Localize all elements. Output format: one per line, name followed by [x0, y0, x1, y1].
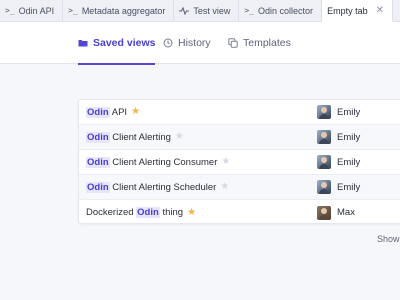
- owner: Emily: [317, 130, 360, 144]
- tab-history[interactable]: History: [163, 22, 211, 64]
- star-icon[interactable]: ★: [175, 132, 184, 142]
- tab-label: Saved views: [93, 37, 156, 49]
- tab-metadata-aggregator[interactable]: >_ Metadata aggregator: [63, 0, 175, 21]
- star-icon[interactable]: ★: [220, 182, 229, 192]
- table-row[interactable]: Odin Client Alerting ★ Emily: [79, 125, 400, 150]
- owner-name: Emily: [337, 181, 361, 193]
- table-row[interactable]: Dockerized Odin thing ★ Max: [79, 200, 400, 223]
- tab-odin-collector[interactable]: >_ Odin collector: [239, 0, 323, 21]
- name-suffix: Client Alerting Scheduler: [109, 181, 217, 193]
- owner-name: Emily: [337, 156, 361, 168]
- view-name[interactable]: Odin Client Alerting ★: [86, 131, 184, 143]
- avatar: [317, 205, 331, 220]
- saved-views-list: Odin API ★ Emily Odin Client Alerting ★ …: [78, 99, 400, 224]
- owner: Emily: [317, 105, 360, 119]
- tab-empty-tab[interactable]: Empty tab ✕: [322, 0, 393, 22]
- search-highlight: Odin: [86, 106, 110, 118]
- owner: Emily: [317, 155, 360, 169]
- name-suffix: API: [109, 106, 128, 118]
- avatar: [317, 155, 331, 169]
- table-row[interactable]: Odin Client Alerting Consumer ★ Emily: [79, 150, 400, 175]
- view-name[interactable]: Odin API ★: [86, 106, 140, 118]
- avatar: [317, 105, 331, 119]
- view-name[interactable]: Odin Client Alerting Consumer ★: [86, 156, 230, 168]
- tab-label: History: [178, 37, 211, 49]
- tab-label: Metadata aggregator: [81, 5, 166, 16]
- table-row[interactable]: Odin API ★ Emily: [79, 100, 400, 125]
- tab-label: Templates: [243, 37, 291, 49]
- owner: Max: [317, 205, 355, 220]
- terminal-icon: >_: [5, 6, 15, 15]
- star-icon[interactable]: ★: [187, 207, 196, 218]
- folder-icon: [78, 39, 88, 47]
- tab-saved-views[interactable]: Saved views: [78, 22, 156, 65]
- owner-name: Emily: [337, 106, 361, 118]
- search-highlight: Odin: [86, 131, 110, 143]
- tab-bar: >_ Odin API >_ Metadata aggregator Test …: [0, 0, 400, 22]
- owner-name: Max: [337, 207, 355, 218]
- tab-label: Empty tab: [327, 5, 368, 16]
- avatar: [317, 180, 331, 194]
- tab-templates[interactable]: Templates: [228, 22, 291, 64]
- tab-label: Odin API: [18, 5, 55, 16]
- search-highlight: Odin: [86, 181, 110, 193]
- star-icon[interactable]: ★: [131, 107, 140, 117]
- tab-label: Odin collector: [258, 5, 314, 16]
- close-icon[interactable]: ✕: [376, 5, 384, 16]
- terminal-icon: >_: [244, 6, 255, 15]
- owner: Emily: [317, 180, 360, 194]
- tab-label: Test view: [193, 5, 231, 16]
- name-prefix: Dockerized: [86, 207, 137, 218]
- name-suffix: Client Alerting: [109, 131, 171, 143]
- view-tabs: Saved views History Templates: [0, 22, 400, 65]
- search-highlight: Odin: [136, 207, 160, 218]
- table-row[interactable]: Odin Client Alerting Scheduler ★ Emily: [79, 175, 400, 200]
- search-highlight: Odin: [86, 156, 110, 168]
- view-name[interactable]: Dockerized Odin thing ★: [86, 207, 196, 218]
- tab-odin-api[interactable]: >_ Odin API: [0, 0, 64, 21]
- tab-test-view[interactable]: Test view: [174, 0, 240, 21]
- show-more-button[interactable]: Show: [377, 234, 400, 244]
- name-suffix: thing: [159, 207, 184, 218]
- avatar: [317, 130, 331, 144]
- copy-icon: [228, 38, 238, 48]
- terminal-icon: >_: [68, 6, 78, 15]
- pulse-icon: [179, 6, 190, 15]
- star-icon[interactable]: ★: [221, 157, 230, 167]
- clock-icon: [163, 38, 173, 48]
- view-name[interactable]: Odin Client Alerting Scheduler ★: [86, 181, 229, 193]
- owner-name: Emily: [337, 131, 361, 143]
- name-suffix: Client Alerting Consumer: [109, 156, 218, 168]
